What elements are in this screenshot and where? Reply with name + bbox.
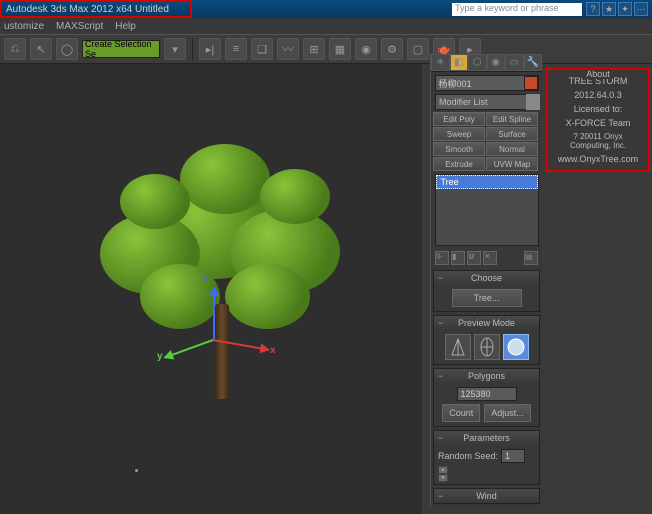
rollout-choose: Choose Tree... xyxy=(433,270,540,312)
stack-item-tree[interactable]: Tree xyxy=(436,175,538,189)
tab-motion-icon[interactable]: ◉ xyxy=(487,54,506,71)
btn-uvw-map[interactable]: UVW Map xyxy=(486,157,538,171)
select-icon[interactable]: ↖ xyxy=(30,38,52,60)
tab-create-icon[interactable]: ✳ xyxy=(431,54,450,71)
about-header: About xyxy=(582,69,614,79)
tool-icon[interactable]: ✦ xyxy=(618,2,632,16)
render-frame-icon[interactable]: ▢ xyxy=(407,38,429,60)
configure-icon[interactable]: ▤ xyxy=(524,251,538,265)
material-icon[interactable]: ◉ xyxy=(355,38,377,60)
render-setup-icon[interactable]: ⚙ xyxy=(381,38,403,60)
y-axis[interactable] xyxy=(166,339,214,358)
modifier-buttons: Edit Poly Edit Spline Sweep Surface Smoo… xyxy=(431,112,542,171)
rollout-wind: Wind xyxy=(433,488,540,504)
rollout-header-parameters[interactable]: Parameters xyxy=(434,431,539,445)
remove-mod-icon[interactable]: ✕ xyxy=(483,251,497,265)
viewport[interactable]: x y z xyxy=(0,64,422,514)
object-color-swatch[interactable] xyxy=(524,76,538,90)
preview-wire-icon[interactable] xyxy=(474,334,500,360)
rollout-header-preview[interactable]: Preview Mode xyxy=(434,316,539,330)
tab-display-icon[interactable]: ▭ xyxy=(505,54,524,71)
about-box: About TREE STORM 2012.64.0.3 Licensed to… xyxy=(546,68,650,172)
rollout-parameters: Parameters Random Seed: 1 ▲▼ xyxy=(433,430,540,485)
rollout-polygons: Polygons 125380 Count Adjust... xyxy=(433,368,540,427)
preview-full-icon[interactable] xyxy=(503,334,529,360)
title-bar-highlight: Autodesk 3ds Max 2012 x64 Untitled xyxy=(0,0,192,18)
y-label: y xyxy=(157,351,163,362)
modifier-stack[interactable]: Tree xyxy=(435,174,539,246)
misc-icon[interactable]: ⋯ xyxy=(634,2,648,16)
modifier-dropdown-button[interactable] xyxy=(526,94,540,110)
layers-icon[interactable]: ❏ xyxy=(251,38,273,60)
rollout-header-wind[interactable]: Wind xyxy=(434,489,539,503)
mirror-icon[interactable]: ▸| xyxy=(199,38,221,60)
modifier-list-dropdown[interactable]: Modifier List xyxy=(435,94,531,110)
adjust-button[interactable]: Adjust... xyxy=(484,404,531,422)
about-line-licensed: Licensed to: xyxy=(552,102,644,116)
about-line-url: www.OnyxTree.com xyxy=(552,152,644,166)
tab-hierarchy-icon[interactable]: ⬡ xyxy=(468,54,487,71)
menu-help[interactable]: Help xyxy=(115,21,136,32)
dropdown-icon[interactable]: ▾ xyxy=(164,38,186,60)
tab-modify-icon[interactable]: ◧ xyxy=(450,54,469,71)
app-title: Autodesk 3ds Max 2012 x64 Untitled xyxy=(6,4,169,15)
spin-up-icon[interactable]: ▲ xyxy=(438,466,448,474)
tree-trunk xyxy=(215,304,229,399)
align-icon[interactable]: ≡ xyxy=(225,38,247,60)
main-toolbar: ⎌ ↖ ◯ Create Selection Se ▾ ▸| ≡ ❏ 〰 ⊞ ▦… xyxy=(0,34,652,64)
selection-set-combo[interactable]: Create Selection Se xyxy=(82,40,160,58)
preview-outline-icon[interactable] xyxy=(445,334,471,360)
show-end-icon[interactable]: ▮ xyxy=(451,251,465,265)
count-button[interactable]: Count xyxy=(442,404,480,422)
seed-spinner[interactable]: ▲▼ xyxy=(438,466,448,480)
about-line-version: 2012.64.0.3 xyxy=(552,88,644,102)
graph-icon[interactable]: ▦ xyxy=(329,38,351,60)
btn-normal[interactable]: Normal xyxy=(486,142,538,156)
object-name-field[interactable]: 杨柳001 xyxy=(435,75,539,91)
rollout-header-choose[interactable]: Choose xyxy=(434,271,539,285)
btn-extrude[interactable]: Extrude xyxy=(433,157,485,171)
spin-down-icon[interactable]: ▼ xyxy=(438,474,448,482)
help-icon[interactable]: ? xyxy=(586,2,600,16)
tree-button[interactable]: Tree... xyxy=(452,289,522,307)
search-input[interactable]: Type a keyword or phrase xyxy=(452,3,582,16)
rollout-header-polygons[interactable]: Polygons xyxy=(434,369,539,383)
star-icon[interactable]: ★ xyxy=(602,2,616,16)
z-axis[interactable] xyxy=(213,289,215,339)
command-tabs: ✳ ◧ ⬡ ◉ ▭ 🔧 xyxy=(431,54,542,72)
pin-stack-icon[interactable]: ⊪ xyxy=(435,251,449,265)
polygon-count-field[interactable]: 125380 xyxy=(457,387,517,401)
viewport-marker xyxy=(135,469,138,472)
menu-maxscript[interactable]: MAXScript xyxy=(56,21,103,32)
menu-bar: ustomize MAXScript Help xyxy=(0,18,652,34)
schematic-icon[interactable]: ⊞ xyxy=(303,38,325,60)
btn-sweep[interactable]: Sweep xyxy=(433,127,485,141)
stack-toolbar: ⊪ ▮ ⋓ ✕ ▤ xyxy=(431,249,542,267)
x-label: x xyxy=(270,345,276,356)
about-line-copyright: ? 20011 Onyx Computing, Inc. xyxy=(552,130,644,152)
lasso-icon[interactable]: ◯ xyxy=(56,38,78,60)
curve-editor-icon[interactable]: 〰 xyxy=(277,38,299,60)
random-seed-field[interactable]: 1 xyxy=(501,449,525,463)
command-panel: ✳ ◧ ⬡ ◉ ▭ 🔧 杨柳001 Modifier List Edit Pol… xyxy=(430,54,542,507)
btn-edit-poly[interactable]: Edit Poly xyxy=(433,112,485,126)
btn-edit-spline[interactable]: Edit Spline xyxy=(486,112,538,126)
tab-utilities-icon[interactable]: 🔧 xyxy=(524,54,543,71)
make-unique-icon[interactable]: ⋓ xyxy=(467,251,481,265)
about-line-team: X-FORCE Team xyxy=(552,116,644,130)
btn-smooth[interactable]: Smooth xyxy=(433,142,485,156)
title-bar-right: Type a keyword or phrase ? ★ ✦ ⋯ xyxy=(192,0,652,18)
btn-surface[interactable]: Surface xyxy=(486,127,538,141)
link-icon[interactable]: ⎌ xyxy=(4,38,26,60)
random-seed-label: Random Seed: xyxy=(438,451,498,461)
z-label: z xyxy=(203,274,208,285)
rollout-preview: Preview Mode xyxy=(433,315,540,365)
separator xyxy=(192,38,193,60)
menu-customize[interactable]: ustomize xyxy=(4,21,44,32)
